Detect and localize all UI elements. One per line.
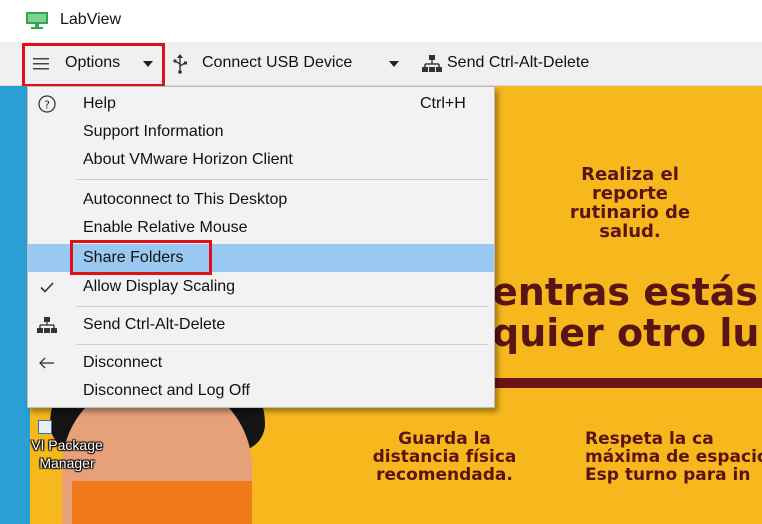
poster-left-block: Guarda la distancia física recomendada. — [372, 429, 517, 485]
monitor-icon — [26, 12, 48, 29]
menu-item-label: Disconnect and Log Off — [83, 382, 250, 399]
poster-headline: Realiza el reporte rutinario de salud. — [569, 164, 691, 242]
desktop-icon-label: VI Package Manager — [31, 437, 103, 471]
menu-item-autoconnect[interactable]: Autoconnect to This Desktop — [28, 186, 494, 214]
poster-big-text-2: quier otro lu — [492, 311, 760, 355]
menu-item-label: Help — [83, 95, 116, 112]
menu-separator — [76, 344, 488, 345]
options-highlight-box — [22, 43, 165, 87]
menu-item-disconnect-log-off[interactable]: Disconnect and Log Off — [28, 377, 494, 405]
chevron-down-icon — [389, 61, 399, 67]
vi-package-icon — [38, 420, 52, 434]
menu-separator — [76, 306, 488, 307]
menu-item-label: Disconnect — [83, 354, 163, 371]
poster-big-text-1: entras estás — [492, 270, 759, 314]
connect-usb-label: Connect USB Device — [202, 54, 353, 71]
menu-item-allow-display-scaling[interactable]: Allow Display Scaling — [28, 273, 494, 301]
menu-item-send-ctrl-alt-delete[interactable]: Send Ctrl-Alt-Delete — [28, 311, 494, 339]
menu-item-about[interactable]: About VMware Horizon Client — [28, 146, 494, 174]
menu-item-support-information[interactable]: Support Information — [28, 118, 494, 146]
network-icon — [37, 317, 57, 333]
menu-item-label: Send Ctrl-Alt-Delete — [83, 316, 226, 333]
menu-item-label: Enable Relative Mouse — [83, 219, 248, 236]
menu-item-disconnect[interactable]: Disconnect — [28, 349, 494, 377]
poster-divider — [495, 378, 762, 388]
window-title: LabView — [60, 11, 122, 28]
menu-item-label: About VMware Horizon Client — [83, 151, 293, 168]
menu-item-label: Autoconnect to This Desktop — [83, 191, 288, 208]
arrow-left-icon — [39, 357, 54, 369]
menu-item-relative-mouse[interactable]: Enable Relative Mouse — [28, 214, 494, 242]
svg-text:?: ? — [44, 99, 50, 112]
poster-right-block: Respeta la ca máxima de espacio. Esp tur… — [585, 429, 762, 485]
checkmark-icon — [40, 282, 54, 293]
send-cad-label: Send Ctrl-Alt-Delete — [447, 54, 590, 71]
share-folders-highlight-box — [70, 240, 212, 275]
menu-item-help[interactable]: ? Help Ctrl+H — [28, 90, 494, 118]
network-icon — [422, 55, 442, 72]
poster-illustration-shirt — [72, 481, 252, 524]
send-ctrl-alt-delete-button[interactable]: Send Ctrl-Alt-Delete — [418, 42, 628, 86]
menu-item-shortcut: Ctrl+H — [420, 95, 466, 112]
connect-usb-button[interactable]: Connect USB Device — [170, 42, 402, 86]
usb-icon — [173, 54, 187, 74]
menu-item-label: Allow Display Scaling — [83, 278, 236, 295]
menu-separator — [76, 179, 488, 180]
menu-item-label: Support Information — [83, 123, 224, 140]
title-bar: LabView — [0, 0, 762, 42]
help-circle-icon: ? — [38, 95, 56, 113]
